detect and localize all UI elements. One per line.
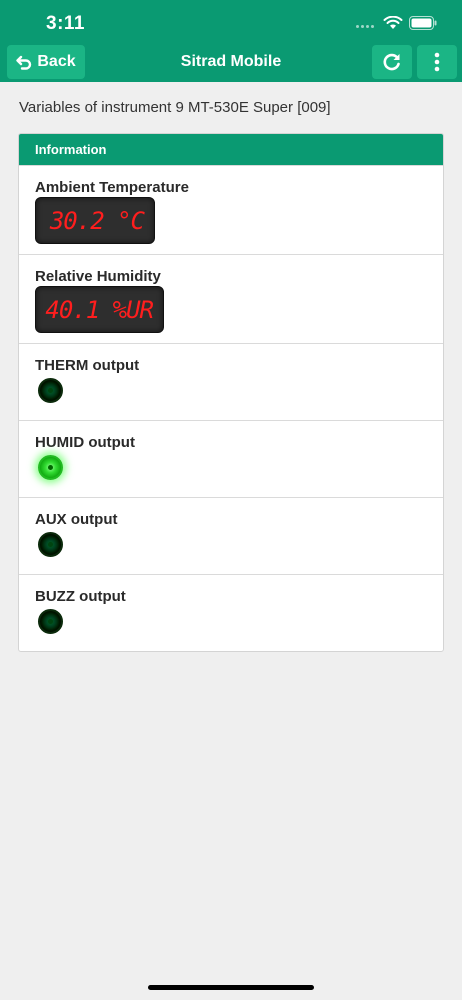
top-bar: 3:11 Back Sitrad Mobile <box>0 0 462 82</box>
temperature-display: 30.2 °C <box>35 197 155 244</box>
wifi-icon <box>383 16 403 29</box>
nav-bar: Back Sitrad Mobile <box>0 44 462 82</box>
led-indicator-icon <box>38 609 63 634</box>
variable-row-buzz-output: BUZZ output <box>19 574 443 651</box>
back-button[interactable]: Back <box>7 45 85 79</box>
variable-label: Relative Humidity <box>35 268 161 285</box>
more-menu-button[interactable] <box>417 45 457 79</box>
refresh-icon <box>383 53 400 71</box>
back-button-label: Back <box>37 53 76 70</box>
refresh-button[interactable] <box>372 45 412 79</box>
variable-row-ambient-temperature: Ambient Temperature 30.2 °C <box>19 165 443 254</box>
variable-label: THERM output <box>35 357 140 374</box>
led-indicator-icon <box>38 378 63 403</box>
humidity-display: 40.1 %UR <box>35 286 164 333</box>
page-title: Sitrad Mobile <box>180 53 282 70</box>
variable-label: HUMID output <box>35 434 135 451</box>
status-bar: 3:11 <box>0 0 462 44</box>
variable-row-aux-output: AUX output <box>19 497 443 574</box>
led-indicator-icon <box>38 532 63 557</box>
home-indicator[interactable] <box>148 985 314 990</box>
back-arrow-icon <box>16 55 32 70</box>
instrument-heading: Variables of instrument 9 MT-530E Super … <box>19 99 331 116</box>
variable-label: AUX output <box>35 511 118 528</box>
vertical-dots-icon <box>434 52 440 72</box>
status-time: 3:11 <box>46 13 85 34</box>
cellular-signal-icon <box>356 25 374 28</box>
variable-row-therm-output: THERM output <box>19 343 443 420</box>
battery-icon <box>409 16 437 30</box>
led-indicator-icon <box>38 455 63 480</box>
panel-header: Information <box>19 134 443 165</box>
variable-label: BUZZ output <box>35 588 126 605</box>
variable-row-relative-humidity: Relative Humidity 40.1 %UR <box>19 254 443 343</box>
variable-label: Ambient Temperature <box>35 179 189 196</box>
information-panel: Information Ambient Temperature 30.2 °C … <box>18 133 444 652</box>
variable-row-humid-output: HUMID output <box>19 420 443 497</box>
